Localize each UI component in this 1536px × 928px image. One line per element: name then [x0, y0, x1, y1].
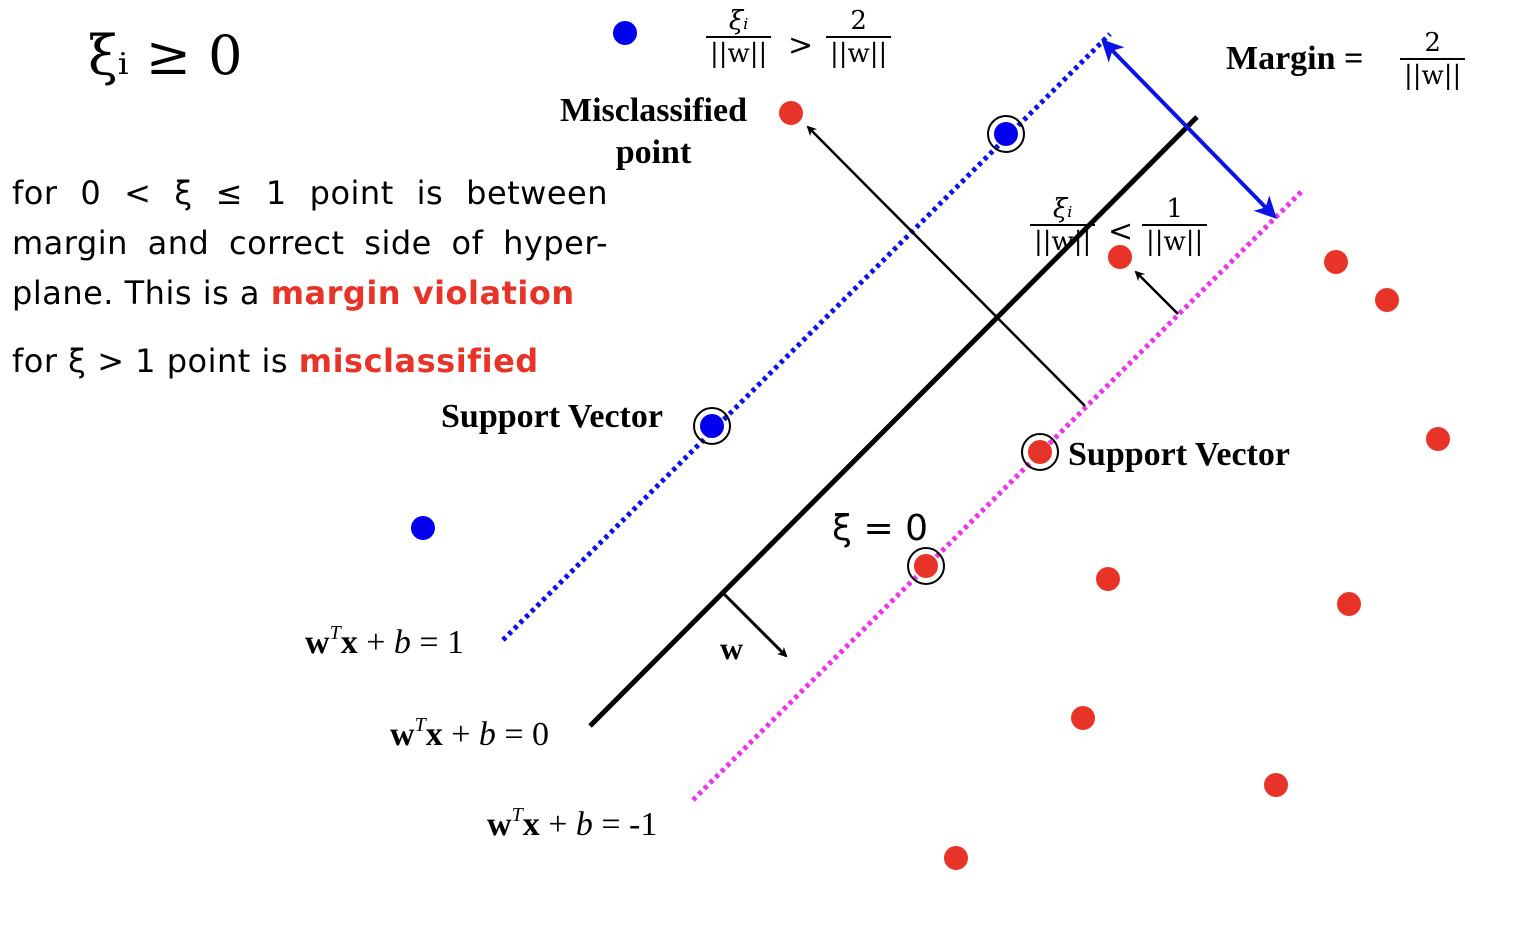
less-than-sign: < — [1108, 214, 1134, 249]
eq-transpose: T — [511, 804, 523, 826]
hyperplane-line — [588, 115, 1199, 728]
eq-plus: + — [442, 716, 479, 753]
red-point — [944, 846, 968, 870]
red-point — [1096, 567, 1120, 591]
eq-x: x — [425, 716, 443, 753]
fraction-numerator: ξᵢ — [728, 6, 749, 36]
red-point — [1375, 288, 1399, 312]
slack-constraint-heading: ξᵢ ≥ 0 — [88, 24, 243, 87]
blue-point-support-lower — [700, 414, 724, 438]
margin-label: Margin = — [1226, 40, 1364, 77]
margin-violation-highlight: margin violation — [270, 274, 575, 312]
support-vector-label-left: Support Vector — [441, 398, 663, 435]
slack-arrow-misclassified — [806, 125, 1086, 407]
red-point — [1071, 706, 1095, 730]
fraction-numerator: ξᵢ — [1052, 194, 1073, 224]
fraction-denominator: ||w|| — [1400, 58, 1466, 92]
misclassified-highlight: misclassified — [298, 342, 539, 380]
eq-x: x — [522, 806, 540, 843]
fraction-denominator: ||w|| — [1030, 224, 1096, 258]
eq-rhs: = -1 — [592, 806, 658, 843]
red-point — [1426, 427, 1450, 451]
red-point — [1337, 592, 1361, 616]
fraction-numerator: 2 — [850, 6, 867, 36]
margin-minus-equation: wTx + b = -1 — [487, 804, 658, 844]
eq-transpose: T — [329, 622, 341, 644]
misclassified-label-line1: Misclassified — [560, 92, 747, 129]
misclassified-label-line2: point — [615, 134, 692, 171]
eq-x: x — [340, 624, 358, 661]
support-vector-label-right: Support Vector — [1068, 436, 1290, 473]
misclassified-rhs-fraction: 2 ||w|| — [826, 6, 892, 70]
eq-w: w — [487, 806, 512, 843]
eq-plus: + — [357, 624, 394, 661]
misclassified-lhs-fraction: ξᵢ ||w|| — [706, 6, 772, 70]
red-point — [1324, 250, 1348, 274]
eq-rhs: = 1 — [410, 624, 465, 661]
svm-diagram — [411, 21, 1450, 870]
eq-plus: + — [539, 806, 576, 843]
red-point-support-upper — [1028, 440, 1052, 464]
margin-violation-explanation: for 0 < ξ ≤ 1 point is between margin an… — [12, 168, 608, 318]
slack-arrow-violation — [1134, 270, 1179, 315]
xi-zero-label: ξ = 0 — [832, 508, 929, 549]
red-point-misclassified — [779, 101, 803, 125]
greater-than-sign: > — [788, 28, 814, 63]
violation-lhs-fraction: ξᵢ ||w|| — [1030, 194, 1096, 258]
fraction-denominator: ||w|| — [826, 36, 892, 70]
fraction-numerator: 1 — [1166, 194, 1183, 224]
margin-fraction: 2 ||w|| — [1400, 28, 1466, 92]
fraction-numerator: 2 — [1424, 28, 1441, 58]
red-point-support-lower — [914, 554, 938, 578]
eq-rhs: = 0 — [495, 716, 550, 753]
eq-w: w — [305, 624, 330, 661]
explanation-text: for ξ > 1 point is — [12, 342, 299, 380]
red-point — [1264, 773, 1288, 797]
violation-rhs-fraction: 1 ||w|| — [1142, 194, 1208, 258]
margin-plus-equation: wTx + b = 1 — [305, 622, 465, 662]
blue-point-far — [411, 516, 435, 540]
eq-b: b — [393, 624, 411, 661]
eq-b: b — [575, 806, 593, 843]
hyperplane-equation: wTx + b = 0 — [390, 714, 550, 754]
blue-point — [613, 21, 637, 45]
fraction-denominator: ||w|| — [706, 36, 772, 70]
w-vector-label: w — [720, 630, 744, 666]
eq-w: w — [390, 716, 415, 753]
eq-transpose: T — [414, 714, 426, 736]
misclassified-label: Misclassified point — [560, 90, 747, 174]
misclassified-explanation: for ξ > 1 point is misclassified — [12, 336, 608, 386]
blue-point-support-upper — [994, 122, 1018, 146]
fraction-denominator: ||w|| — [1142, 224, 1208, 258]
eq-b: b — [478, 716, 496, 753]
margin-line-minus — [691, 189, 1304, 802]
slack-constraint-text: ξᵢ ≥ 0 — [88, 24, 243, 87]
